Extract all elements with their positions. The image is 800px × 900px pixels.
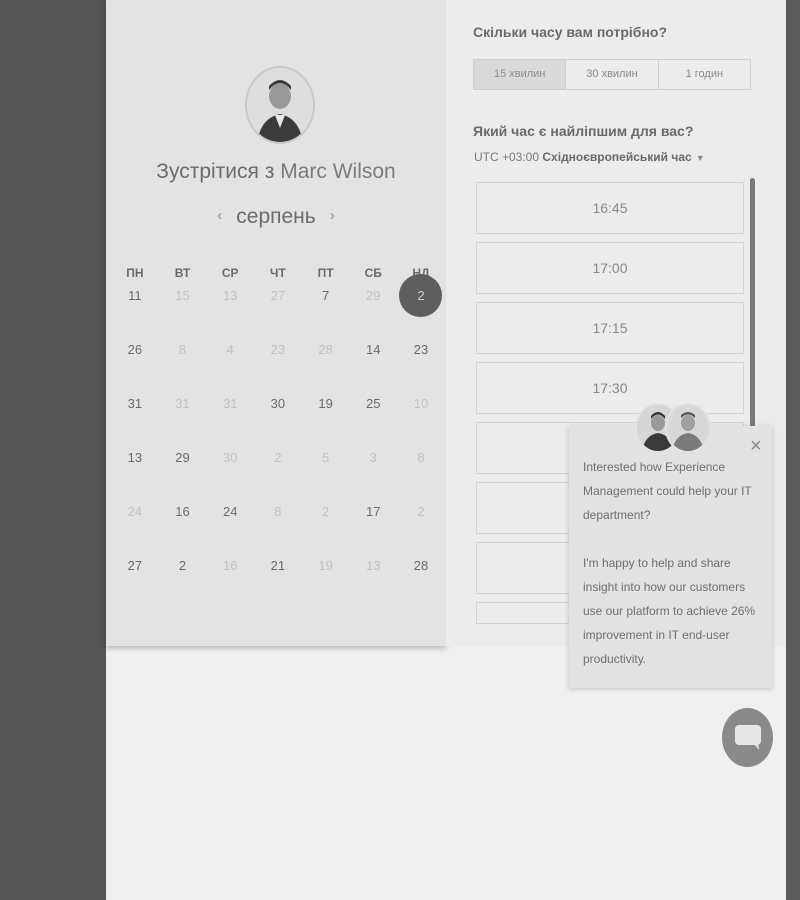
calendar-day: 29 [366, 288, 381, 303]
chat-bubble-icon [735, 725, 761, 750]
month-navigation: ‹ серпень › [106, 205, 446, 229]
calendar-day: 8 [274, 504, 282, 519]
calendar-day[interactable]: 2 [159, 554, 207, 608]
calendar-day: 30 [222, 450, 238, 465]
chat-launcher-button[interactable] [722, 708, 773, 767]
calendar-day[interactable]: 23 [397, 338, 445, 392]
calendar-day[interactable]: 31 [111, 392, 159, 446]
calendar-day: 31 [222, 396, 238, 411]
meeting-title-prefix: Зустрітися з [156, 160, 275, 183]
chat-message-line-1: Interested how Experience Management cou… [583, 460, 752, 522]
calendar-day[interactable]: 29 [159, 446, 207, 500]
calendar-day[interactable]: 27 [111, 554, 159, 608]
time-slot[interactable]: 17:15 [476, 302, 744, 354]
calendar-day: 27 [270, 288, 286, 303]
duration-option-15[interactable]: 15 хвилин [474, 60, 566, 89]
calendar-days: 11 15 13 27 7 29 2 26 8 4 23 28 14 23 31 31 31 30 19 25 10 13… [111, 274, 445, 608]
chat-message-line-2: I'm happy to help and share insight into… [583, 556, 756, 666]
calendar-day: 28 [318, 342, 333, 357]
weekday-label: СР [221, 266, 239, 280]
calendar-day-selected[interactable]: 2 [397, 274, 445, 338]
time-slot[interactable]: 17:00 [476, 242, 744, 294]
page-scrollbar[interactable] [786, 0, 800, 900]
meeting-title: Зустрітися з Marc Wilson [106, 160, 446, 184]
calendar-grid: ПН ВТ СР ЧТ ПТ СБ НД 11 15 13 27 7 29 2 26 8 4 23 2… [111, 262, 445, 608]
calendar-week-row: 13 29 30 2 5 3 8 [111, 446, 445, 500]
duration-selector: 15 хвилин 30 хвилин 1 годин [473, 59, 751, 90]
calendar-day: 5 [321, 450, 330, 465]
next-month-button[interactable]: › [330, 207, 335, 224]
calendar-day: 16 [222, 558, 238, 573]
time-slot[interactable]: 16:45 [476, 182, 744, 234]
chat-message: Interested how Experience Management cou… [583, 455, 759, 695]
calendar-day: 2 [417, 504, 425, 519]
calendar-day: 13 [366, 558, 381, 573]
timezone-name: Східноєвропейський час [542, 150, 692, 164]
agent-avatar [665, 403, 711, 453]
calendar-day[interactable]: 17 [349, 500, 397, 554]
host-name: Marc Wilson [280, 160, 396, 183]
weekday-label: ЧТ [270, 266, 286, 280]
calendar-week-row: 26 8 4 23 28 14 23 [111, 338, 445, 392]
calendar-day: 23 [270, 342, 286, 357]
calendar-day: 8 [417, 450, 425, 465]
calendar-day[interactable]: 25 [349, 392, 397, 446]
weekday-label: ПТ [317, 266, 334, 280]
weekday-header: ПН ВТ СР ЧТ ПТ СБ НД [111, 262, 445, 284]
calendar-day[interactable]: 30 [254, 392, 302, 446]
calendar-day[interactable]: 19 [302, 392, 350, 446]
calendar-day[interactable]: 16 [159, 500, 207, 554]
host-avatar [245, 66, 315, 144]
calendar-day[interactable]: 14 [349, 338, 397, 392]
calendar-day: 13 [222, 288, 238, 303]
calendar-day: 15 [175, 288, 190, 303]
calendar-week-row: 27 2 16 21 19 13 28 [111, 554, 445, 608]
calendar-week-row: 24 16 24 8 2 17 2 [111, 500, 445, 554]
calendar-week-row: 11 15 13 27 7 29 2 [111, 274, 445, 338]
duration-option-30[interactable]: 30 хвилин [565, 60, 657, 89]
calendar-day: 31 [175, 396, 190, 411]
calendar-day: 10 [413, 396, 429, 411]
timezone-selector[interactable]: UTC +03:00 Східноєвропейський час ▼ [474, 150, 705, 164]
duration-question: Скільки часу вам потрібно? [473, 24, 668, 40]
slots-scrollbar[interactable] [750, 178, 755, 428]
weekday-label: ВТ [174, 266, 191, 280]
chevron-down-icon: ▼ [695, 153, 705, 163]
weekday-label: СБ [364, 266, 382, 280]
calendar-day[interactable]: 24 [206, 500, 254, 554]
calendar-day[interactable]: 28 [397, 554, 445, 608]
calendar-day: 2 [274, 450, 282, 465]
prev-month-button[interactable]: ‹ [217, 207, 222, 224]
calendar-day: 3 [369, 450, 377, 465]
time-question: Який час є найліпшим для вас? [473, 123, 694, 139]
calendar-week-row: 31 31 31 30 19 25 10 [111, 392, 445, 446]
calendar-day[interactable]: 11 [111, 284, 159, 338]
calendar-day[interactable]: 7 [302, 284, 350, 338]
calendar-day: 8 [178, 342, 187, 357]
calendar-day[interactable]: 13 [111, 446, 159, 500]
close-icon[interactable]: × [750, 436, 762, 456]
timezone-offset: UTC +03:00 [474, 150, 540, 164]
weekday-label: ПН [126, 266, 144, 280]
calendar-day-label: 2 [399, 274, 443, 317]
month-label: серпень [236, 205, 316, 228]
chat-agent-avatars [635, 403, 711, 453]
calendar-day: 19 [318, 558, 333, 573]
duration-option-60[interactable]: 1 годин [657, 60, 750, 89]
calendar-day[interactable]: 21 [254, 554, 302, 608]
calendar-day: 4 [226, 342, 234, 357]
calendar-day: 24 [127, 504, 143, 519]
calendar-day: 2 [321, 504, 330, 519]
calendar-day[interactable]: 26 [111, 338, 159, 392]
